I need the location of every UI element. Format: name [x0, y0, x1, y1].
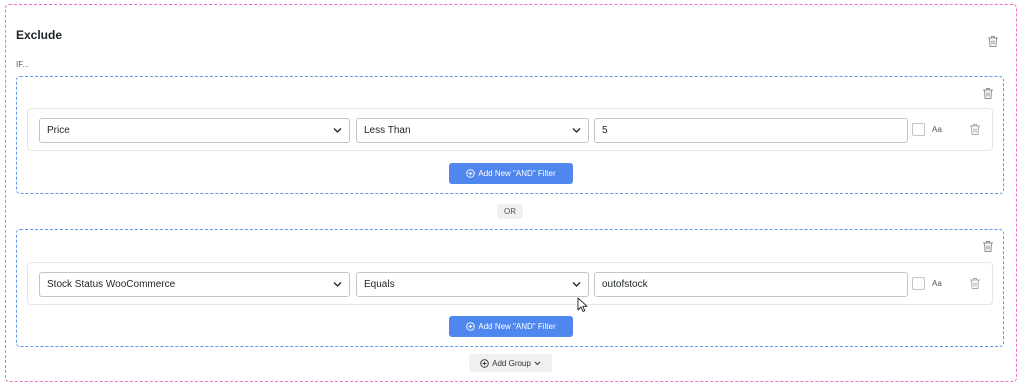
filter-group-2: Stock Status WooCommerce Equals Aa Add N…: [16, 229, 1004, 347]
delete-group-trash-icon[interactable]: [982, 87, 994, 100]
value-input[interactable]: [594, 118, 908, 143]
filter-row: Price Less Than Aa: [27, 108, 993, 151]
plus-circle-icon: [480, 358, 489, 368]
add-and-filter-label: Add New "AND" Filter: [478, 169, 556, 178]
filter-group-1: Price Less Than Aa Add New "AND" Filter: [16, 76, 1004, 194]
value-input[interactable]: [594, 272, 908, 297]
plus-circle-icon: [466, 322, 476, 331]
operator-select-value: Less Than: [364, 125, 411, 136]
chevron-down-icon: [572, 281, 581, 288]
delete-section-trash-icon[interactable]: [987, 35, 999, 48]
case-sensitive-label: Aa: [932, 125, 942, 134]
add-group-label: Add Group: [492, 358, 531, 368]
operator-select[interactable]: Equals: [356, 272, 589, 297]
section-title: Exclude: [16, 28, 63, 42]
or-separator: OR: [497, 204, 523, 219]
chevron-down-icon: [572, 127, 581, 134]
field-select[interactable]: Price: [39, 118, 350, 143]
chevron-down-icon: [333, 127, 342, 134]
operator-select-value: Equals: [364, 279, 395, 290]
field-select-value: Price: [47, 125, 70, 136]
delete-group-trash-icon[interactable]: [982, 240, 994, 253]
chevron-down-icon: [333, 281, 342, 288]
mouse-cursor-icon: [577, 297, 588, 312]
field-select[interactable]: Stock Status WooCommerce: [39, 272, 350, 297]
add-and-filter-button[interactable]: Add New "AND" Filter: [449, 163, 573, 184]
delete-row-trash-icon[interactable]: [969, 277, 981, 290]
delete-row-trash-icon[interactable]: [969, 123, 981, 136]
case-sensitive-label: Aa: [932, 279, 942, 288]
add-and-filter-button[interactable]: Add New "AND" Filter: [449, 316, 573, 337]
operator-select[interactable]: Less Than: [356, 118, 589, 143]
if-label: IF...: [16, 60, 29, 69]
field-select-value: Stock Status WooCommerce: [47, 279, 176, 290]
case-sensitive-checkbox[interactable]: [912, 123, 925, 136]
plus-circle-icon: [466, 169, 476, 178]
chevron-down-icon: [534, 361, 541, 365]
add-group-button[interactable]: Add Group: [469, 354, 552, 372]
case-sensitive-checkbox[interactable]: [912, 277, 925, 290]
add-and-filter-label: Add New "AND" Filter: [478, 322, 556, 331]
filter-row: Stock Status WooCommerce Equals Aa: [27, 262, 993, 305]
